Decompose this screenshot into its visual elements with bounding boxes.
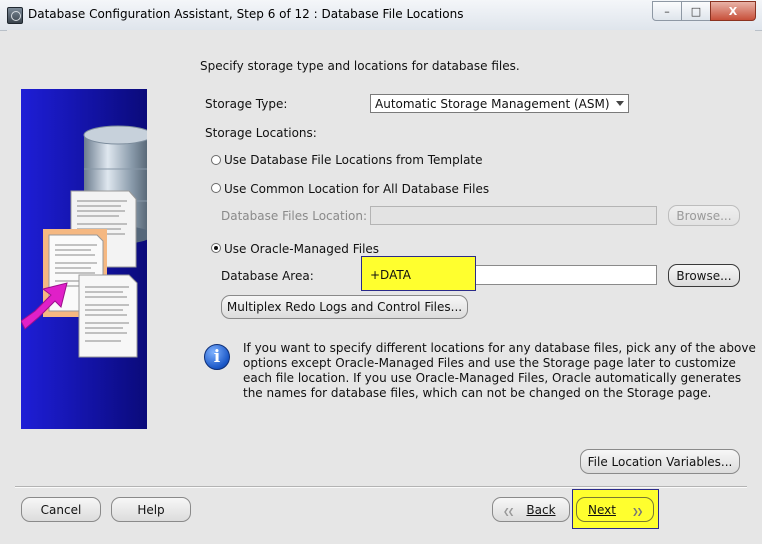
radio-template-locations-label[interactable]: Use Database File Locations from Templat… bbox=[224, 153, 483, 167]
page-instructions: Specify storage type and locations for d… bbox=[200, 59, 520, 73]
wizard-illustration bbox=[21, 89, 147, 429]
info-line: the names for database files, which can … bbox=[243, 386, 712, 400]
storage-type-value: Automatic Storage Management (ASM) bbox=[375, 97, 610, 111]
footer-separator bbox=[15, 486, 747, 488]
radio-template-locations[interactable] bbox=[211, 155, 221, 165]
info-message: If you want to specify different locatio… bbox=[243, 341, 756, 401]
info-line: If you want to specify different locatio… bbox=[243, 341, 756, 355]
help-button[interactable]: Help bbox=[111, 497, 191, 522]
radio-common-location[interactable] bbox=[211, 183, 221, 193]
back-button-label: Back bbox=[526, 502, 556, 517]
window-title: Database Configuration Assistant, Step 6… bbox=[28, 7, 464, 21]
app-icon bbox=[7, 7, 23, 24]
maximize-button[interactable]: □ bbox=[681, 1, 711, 21]
database-files-location-field bbox=[370, 206, 657, 225]
radio-oracle-managed-files-label[interactable]: Use Oracle-Managed Files bbox=[224, 242, 379, 256]
chevron-right-icon bbox=[632, 503, 641, 517]
radio-common-location-label[interactable]: Use Common Location for All Database Fil… bbox=[224, 182, 489, 196]
storage-type-select[interactable]: Automatic Storage Management (ASM) bbox=[370, 94, 629, 113]
cancel-button[interactable]: Cancel bbox=[21, 497, 101, 522]
back-button[interactable]: Back bbox=[492, 497, 570, 522]
info-line: each file location. If you use Oracle-Ma… bbox=[243, 371, 742, 385]
window-controls: – □ X bbox=[652, 1, 756, 21]
database-files-location-input bbox=[371, 207, 656, 224]
database-documents-illustration bbox=[21, 125, 147, 358]
next-button-label: Next bbox=[588, 502, 616, 517]
next-button[interactable]: Next bbox=[576, 497, 654, 522]
database-area-highlight: +DATA bbox=[361, 256, 476, 291]
close-button[interactable]: X bbox=[710, 1, 756, 21]
database-area-label: Database Area: bbox=[221, 269, 314, 283]
radio-oracle-managed-files[interactable] bbox=[211, 243, 221, 253]
multiplex-redo-logs-button[interactable]: Multiplex Redo Logs and Control Files... bbox=[221, 295, 468, 319]
storage-locations-label: Storage Locations: bbox=[205, 126, 317, 140]
minimize-button[interactable]: – bbox=[652, 1, 682, 21]
database-area-highlight-value: +DATA bbox=[370, 268, 411, 282]
database-files-location-label: Database Files Location: bbox=[221, 209, 368, 223]
info-icon: i bbox=[204, 344, 230, 370]
database-files-location-browse-button: Browse... bbox=[668, 205, 740, 226]
chevron-down-icon bbox=[616, 101, 624, 106]
chevron-left-icon bbox=[503, 503, 512, 517]
database-area-browse-button[interactable]: Browse... bbox=[668, 264, 740, 287]
info-line: options except Oracle-Managed Files and … bbox=[243, 356, 736, 370]
storage-type-label: Storage Type: bbox=[205, 97, 288, 111]
title-bar: Database Configuration Assistant, Step 6… bbox=[0, 0, 762, 31]
file-location-variables-button[interactable]: File Location Variables... bbox=[580, 449, 740, 474]
